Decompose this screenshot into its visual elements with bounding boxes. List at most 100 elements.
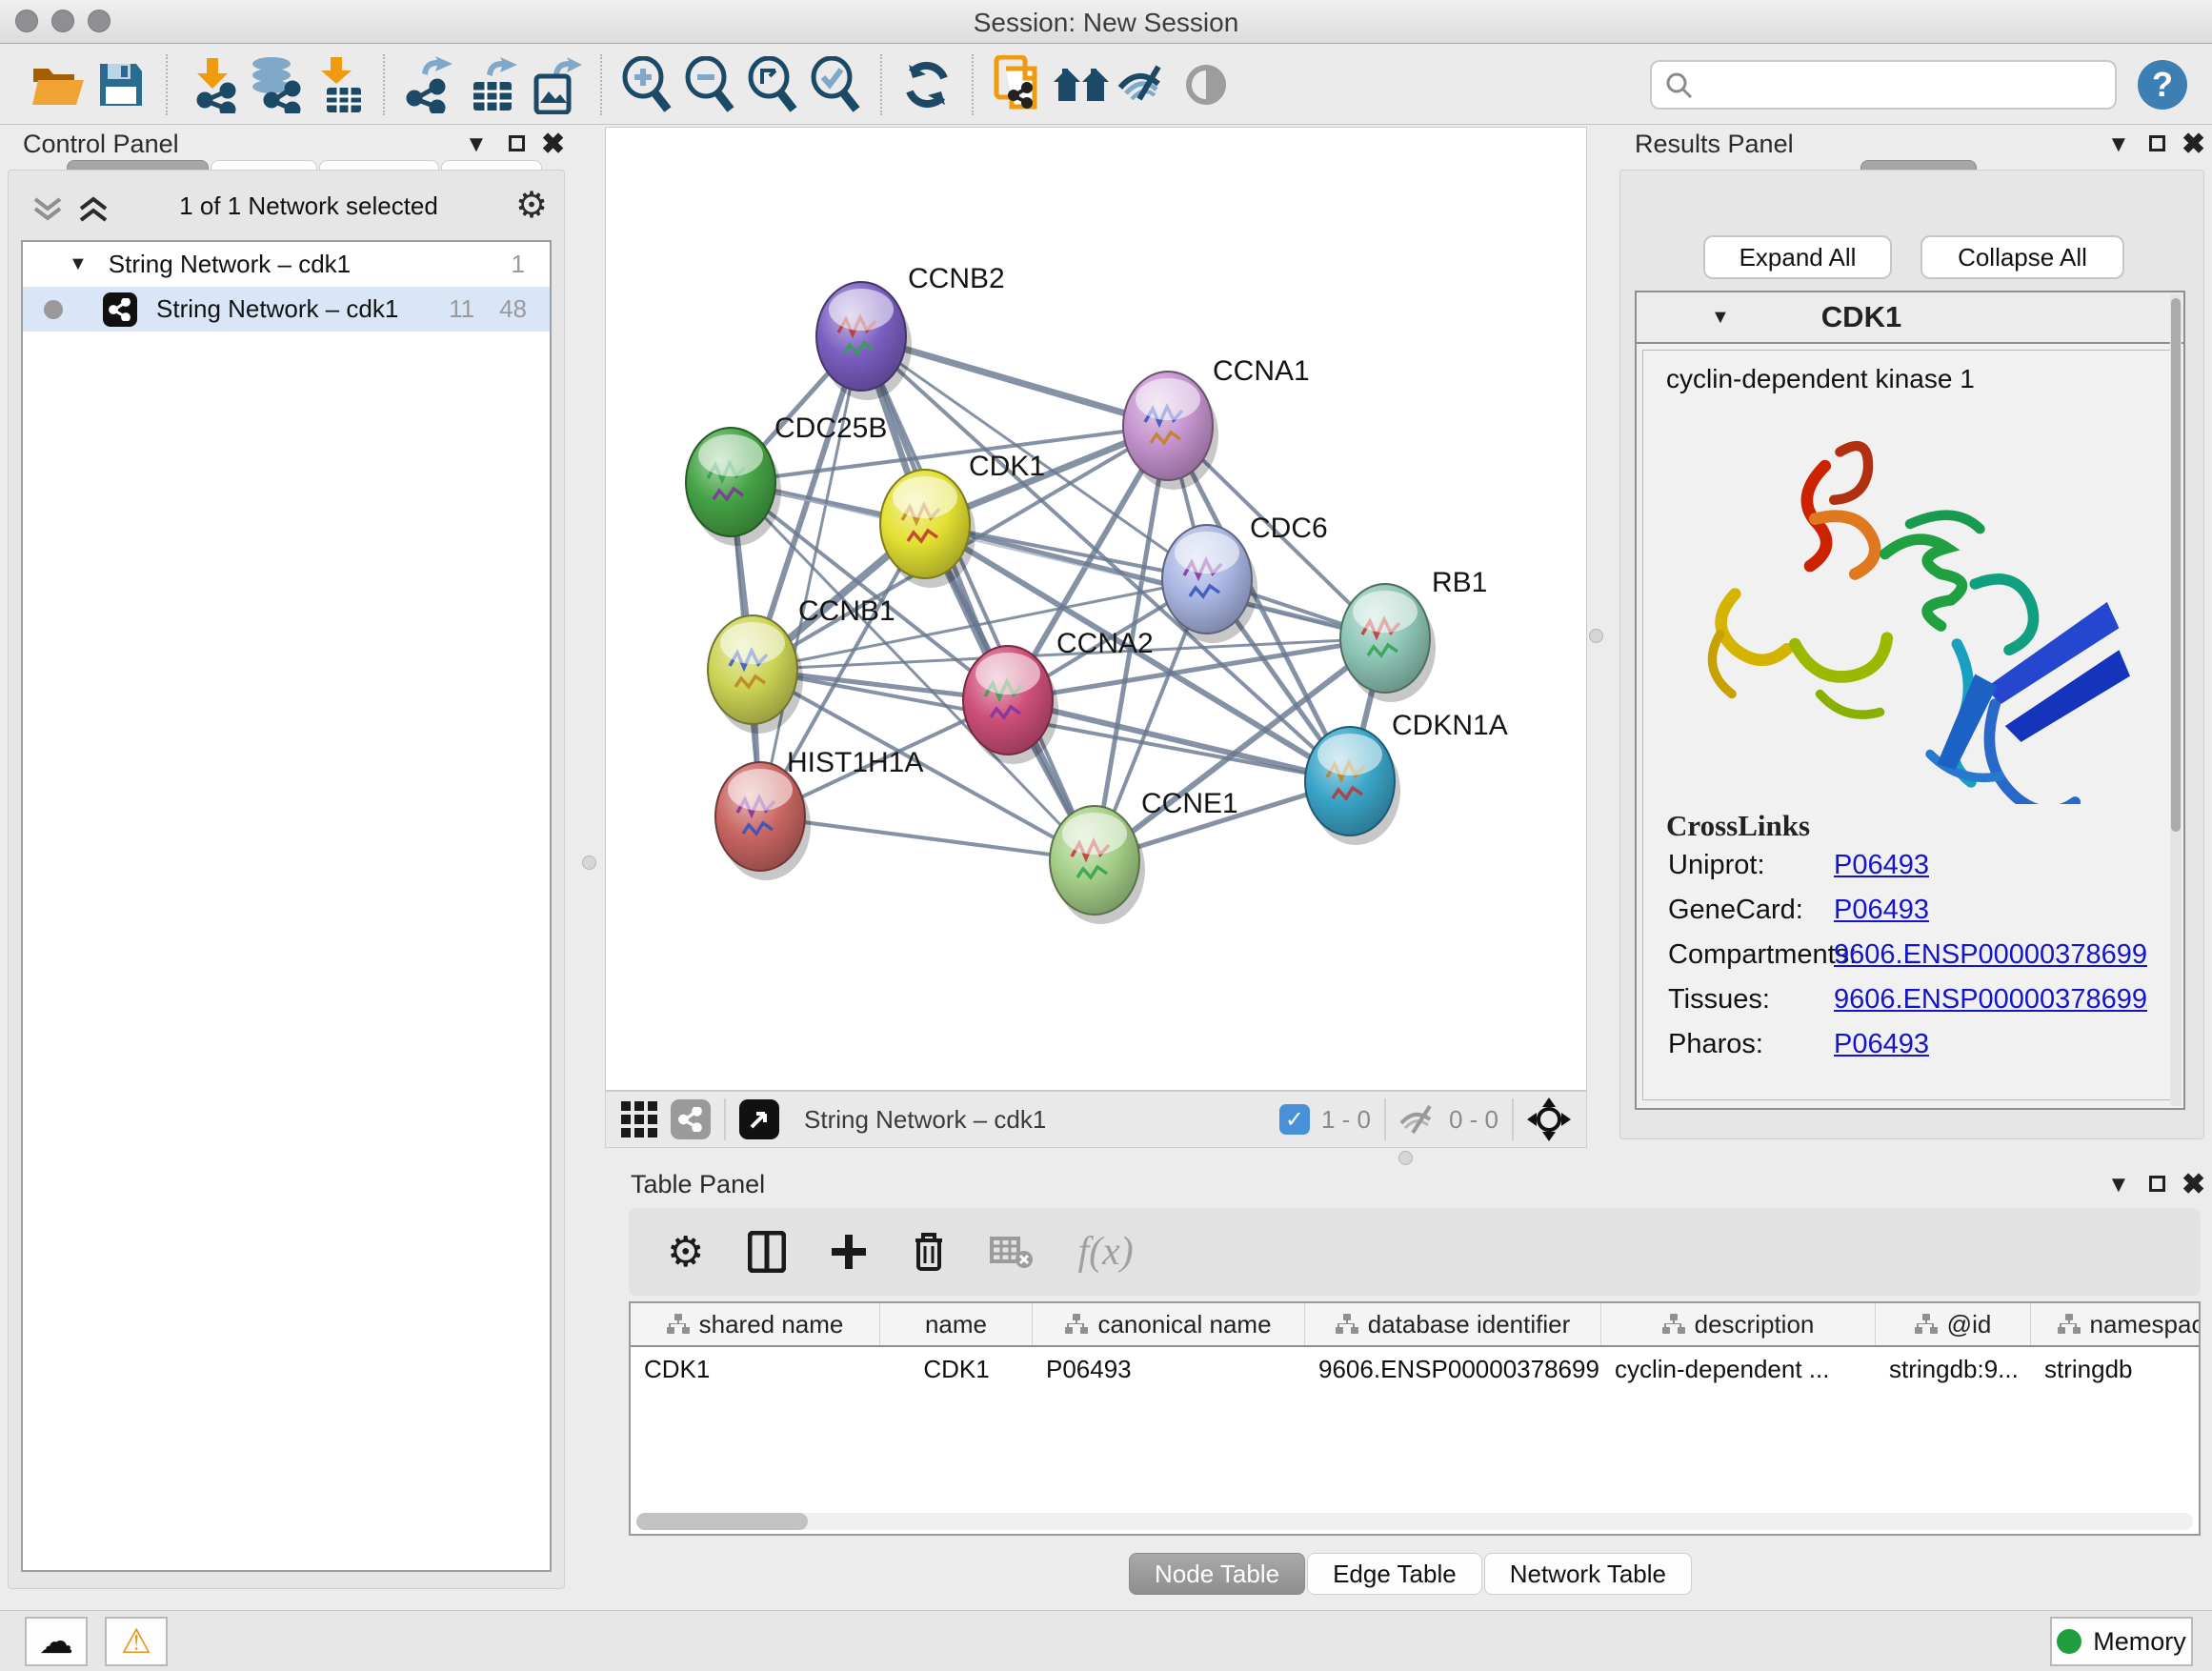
expand-all-button[interactable]: Expand All: [1703, 235, 1892, 279]
gene-header[interactable]: ▼ CDK1: [1637, 292, 2183, 344]
results-panel-float-icon[interactable]: [2149, 135, 2165, 151]
network-node-CCNA1[interactable]: CCNA1: [1123, 355, 1310, 490]
splitter-handle[interactable]: [582, 856, 596, 870]
memory-label: Memory: [2093, 1627, 2186, 1657]
first-neighbors-icon[interactable]: [1050, 53, 1113, 116]
column-header-description[interactable]: description: [1601, 1303, 1876, 1345]
create-column-plus-icon[interactable]: [830, 1233, 868, 1271]
table-cell[interactable]: stringdb:9...: [1876, 1355, 2031, 1384]
column-header-databaseidentifier[interactable]: database identifier: [1305, 1303, 1601, 1345]
export-image-icon[interactable]: [524, 53, 587, 116]
network-edge[interactable]: [760, 336, 861, 816]
tab-node-table[interactable]: Node Table: [1129, 1553, 1305, 1595]
results-scrollbar-thumb[interactable]: [2171, 298, 2181, 832]
selected-checkbox-icon[interactable]: ✓: [1279, 1104, 1310, 1135]
table-hscrollbar-thumb[interactable]: [636, 1513, 808, 1530]
table-panel-close-icon[interactable]: ✖: [2182, 1168, 2205, 1201]
column-header-id[interactable]: @id: [1876, 1303, 2031, 1345]
splitter-handle[interactable]: [1398, 1151, 1413, 1165]
network-row[interactable]: String Network – cdk1 11 48: [23, 287, 550, 332]
table-row[interactable]: CDK1CDK1P064939606.ENSP00000378699cyclin…: [631, 1347, 2199, 1391]
open-session-icon[interactable]: [27, 53, 90, 116]
table-cell[interactable]: cyclin-dependent ...: [1601, 1355, 1876, 1384]
collection-expand-icon[interactable]: ▼: [69, 253, 88, 275]
table-cell[interactable]: 9606.ENSP00000378699: [1305, 1355, 1601, 1384]
column-header-canonicalname[interactable]: canonical name: [1033, 1303, 1305, 1345]
crosslink-link[interactable]: 9606.ENSP00000378699: [1834, 939, 2147, 971]
network-edge[interactable]: [861, 336, 1095, 860]
network-node-RB1[interactable]: RB1: [1340, 567, 1487, 702]
table-panel-float-icon[interactable]: [2149, 1176, 2165, 1192]
crosslink-link[interactable]: 9606.ENSP00000378699: [1834, 984, 2147, 1016]
crosslink-link[interactable]: P06493: [1834, 1029, 1929, 1060]
collapse-all-icon[interactable]: [31, 195, 64, 224]
table-cell[interactable]: stringdb: [2031, 1355, 2201, 1384]
zoom-fit-icon[interactable]: [741, 53, 804, 116]
results-panel-menu-icon[interactable]: ▼: [2107, 131, 2130, 158]
network-node-CDKN1A[interactable]: CDKN1A: [1305, 710, 1508, 845]
table-cell[interactable]: CDK1: [631, 1355, 880, 1384]
crosslink-label: Tissues:: [1643, 984, 1834, 1016]
tab-edge-table[interactable]: Edge Table: [1307, 1553, 1482, 1595]
column-header-namespac[interactable]: namespac: [2031, 1303, 2201, 1345]
pan-crosshair-icon[interactable]: [1527, 1097, 1571, 1141]
control-panel-menu-icon[interactable]: ▼: [465, 131, 488, 158]
string-view-icon[interactable]: [671, 1099, 711, 1139]
network-view-toolbar: String Network – cdk1 ✓ 1 - 0 0 - 0: [605, 1091, 1587, 1148]
search-input[interactable]: [1650, 60, 2117, 110]
hide-selected-icon[interactable]: [1113, 53, 1176, 116]
memory-button[interactable]: Memory: [2050, 1617, 2193, 1666]
import-table-file-icon[interactable]: [307, 53, 370, 116]
import-network-file-icon[interactable]: [181, 53, 244, 116]
table-panel-tabs: Node TableEdge TableNetwork Table: [1129, 1553, 1692, 1595]
tab-network-table[interactable]: Network Table: [1484, 1553, 1692, 1595]
delete-table-icon[interactable]: [990, 1235, 1034, 1269]
table-cell[interactable]: P06493: [1033, 1355, 1305, 1384]
crosslink-link[interactable]: P06493: [1834, 895, 1929, 926]
node-label-CDC25B: CDC25B: [774, 413, 887, 444]
delete-column-trash-icon[interactable]: [912, 1231, 946, 1273]
collapse-all-button[interactable]: Collapse All: [1920, 235, 2124, 279]
results-panel-close-icon[interactable]: ✖: [2182, 128, 2205, 161]
network-node-HIST1H1A[interactable]: HIST1H1A: [715, 747, 923, 880]
table-panel-menu-icon[interactable]: ▼: [2107, 1172, 2130, 1198]
zoom-selected-icon[interactable]: [804, 53, 867, 116]
refresh-icon[interactable]: [895, 53, 958, 116]
grid-view-icon[interactable]: [621, 1101, 657, 1137]
network-node-CDC6[interactable]: CDC6: [1162, 513, 1328, 643]
control-panel-close-icon[interactable]: ✖: [541, 128, 565, 161]
table-settings-gear-icon[interactable]: ⚙: [667, 1228, 704, 1277]
control-panel-float-icon[interactable]: [509, 135, 525, 151]
warnings-button[interactable]: ⚠: [105, 1617, 168, 1666]
network-options-gear-icon[interactable]: ⚙: [515, 184, 548, 227]
network-node-CCNE1[interactable]: CCNE1: [1050, 788, 1238, 924]
crosslink-link[interactable]: P06493: [1834, 850, 1929, 881]
column-header-name[interactable]: name: [880, 1303, 1033, 1345]
function-builder-icon[interactable]: f(x): [1077, 1229, 1133, 1275]
network-canvas[interactable]: CCNB2CCNA1CDC25BCDK1CDC6RB1CCNB1CCNA2CDK…: [605, 127, 1587, 1091]
cloud-status-button[interactable]: ☁: [25, 1617, 88, 1666]
toolbar-separator: [1384, 1098, 1386, 1140]
help-icon[interactable]: ?: [2138, 60, 2187, 110]
splitter-handle[interactable]: [1589, 629, 1603, 643]
table-cell[interactable]: CDK1: [880, 1355, 1033, 1384]
birds-eye-view-icon[interactable]: [739, 1099, 779, 1139]
table-hscrollbar-track[interactable]: [636, 1513, 2193, 1530]
hidden-eye-icon[interactable]: [1399, 1104, 1438, 1135]
zoom-out-icon[interactable]: [678, 53, 741, 116]
results-scrollbar-track[interactable]: [2170, 294, 2182, 1106]
network-node-CCNA2[interactable]: CCNA2: [963, 628, 1154, 764]
save-session-icon[interactable]: [90, 53, 152, 116]
network-collection-row[interactable]: ▼ String Network – cdk1 1: [23, 242, 550, 287]
warning-icon: ⚠: [121, 1621, 151, 1661]
expand-all-icon[interactable]: [77, 195, 110, 224]
duplicate-network-icon[interactable]: [987, 53, 1050, 116]
column-header-sharedname[interactable]: shared name: [631, 1303, 880, 1345]
import-network-database-icon[interactable]: [244, 53, 307, 116]
gene-collapse-icon[interactable]: ▼: [1711, 307, 1730, 329]
export-network-icon[interactable]: [398, 53, 461, 116]
show-all-icon[interactable]: [1176, 53, 1238, 116]
export-table-icon[interactable]: [461, 53, 524, 116]
show-columns-icon[interactable]: [748, 1231, 786, 1273]
zoom-in-icon[interactable]: [615, 53, 678, 116]
